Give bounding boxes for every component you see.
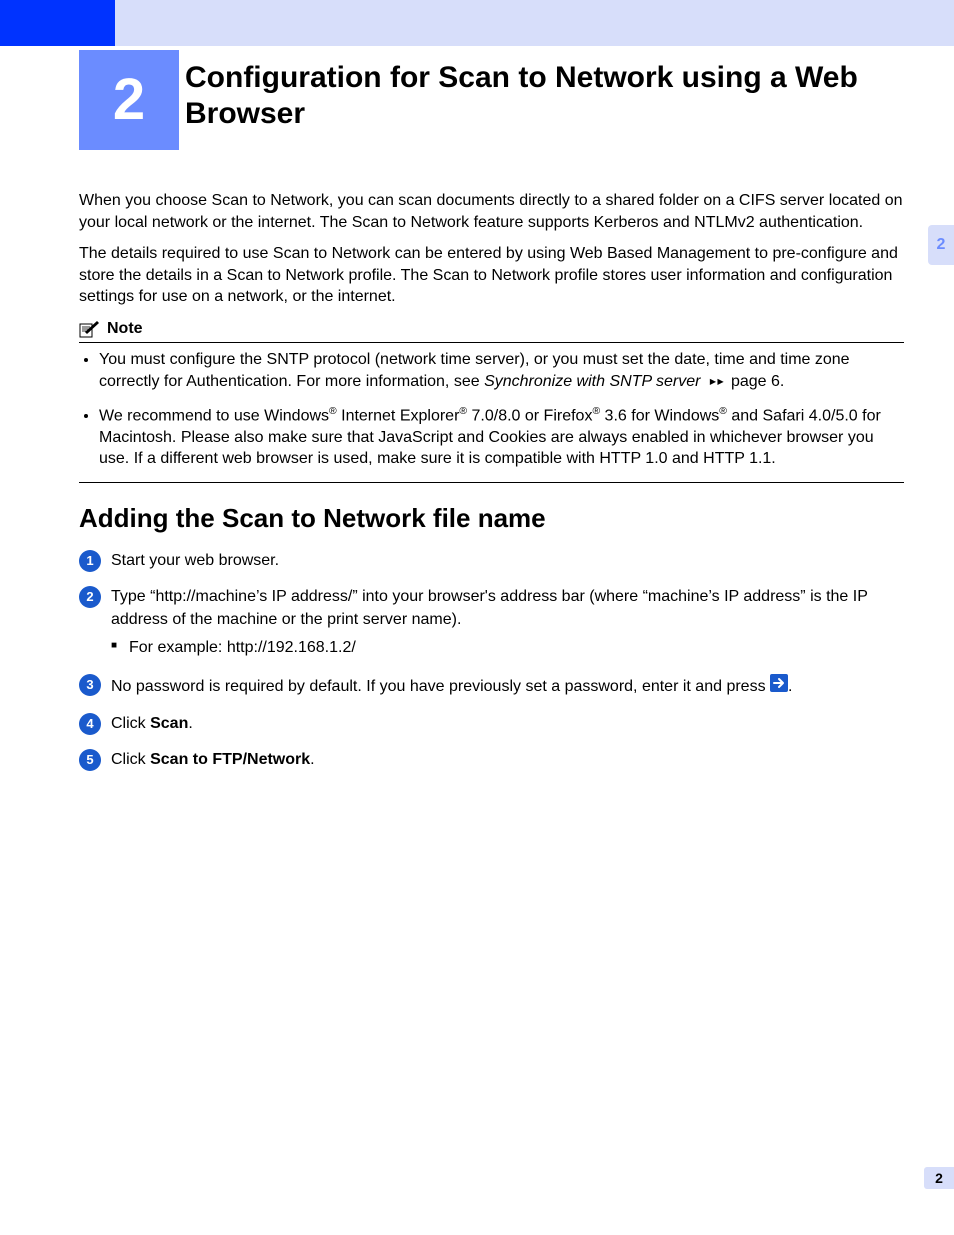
enter-arrow-icon <box>770 674 788 699</box>
step-5: 5 Click Scan to FTP/Network. <box>79 749 904 771</box>
note-item-2-seg2: Internet Explorer <box>337 407 460 424</box>
note-label: Note <box>107 318 143 340</box>
header-accent-light <box>115 0 954 46</box>
section-heading: Adding the Scan to Network file name <box>79 501 904 536</box>
step-3-text-post: . <box>788 677 792 694</box>
steps-list: 1 Start your web browser. 2 Type “http:/… <box>79 550 904 772</box>
step-2: 2 Type “http://machine’s IP address/” in… <box>79 586 904 659</box>
chapter-title: Configuration for Scan to Network using … <box>185 60 904 132</box>
page-number: 2 <box>924 1167 954 1189</box>
step-5-bold: Scan to FTP/Network <box>150 751 310 768</box>
note-item-2-seg1: We recommend to use Windows <box>99 407 329 424</box>
step-badge-4: 4 <box>79 713 101 735</box>
step-1: 1 Start your web browser. <box>79 550 904 572</box>
note-heading: Note <box>79 318 904 343</box>
registered-mark-4: ® <box>719 406 727 417</box>
step-badge-1: 1 <box>79 550 101 572</box>
step-2-text: Type “http://machine’s IP address/” into… <box>111 588 868 627</box>
divider <box>79 482 904 483</box>
step-badge-5: 5 <box>79 749 101 771</box>
step-4-text-pre: Click <box>111 715 150 732</box>
header-bar <box>0 0 954 46</box>
note-item-1-text-post: page 6. <box>731 373 784 390</box>
side-chapter-tab: 2 <box>928 225 954 265</box>
intro-paragraph-1: When you choose Scan to Network, you can… <box>79 190 904 233</box>
step-5-text-pre: Click <box>111 751 150 768</box>
chapter-number-badge: 2 <box>79 50 179 150</box>
intro-paragraph-2: The details required to use Scan to Netw… <box>79 243 904 308</box>
note-item-2-seg3: 7.0/8.0 or Firefox <box>467 407 592 424</box>
page-content: When you choose Scan to Network, you can… <box>79 190 904 786</box>
double-arrow-icon: ▸▸ <box>700 371 731 390</box>
note-item-2: We recommend to use Windows® Internet Ex… <box>99 405 904 470</box>
note-item-2-seg4: 3.6 for Windows <box>600 407 719 424</box>
note-list: You must configure the SNTP protocol (ne… <box>99 349 904 470</box>
step-1-text: Start your web browser. <box>111 552 279 569</box>
step-2-example: For example: http://192.168.1.2/ <box>111 637 904 659</box>
step-3: 3 No password is required by default. If… <box>79 674 904 699</box>
note-item-1: You must configure the SNTP protocol (ne… <box>99 349 904 393</box>
step-badge-2: 2 <box>79 586 101 608</box>
step-3-text-pre: No password is required by default. If y… <box>111 677 770 694</box>
registered-mark-1: ® <box>329 406 337 417</box>
step-4-text-post: . <box>188 715 192 732</box>
step-badge-3: 3 <box>79 674 101 696</box>
step-4-bold: Scan <box>150 715 188 732</box>
header-accent-blue <box>0 0 115 46</box>
step-5-text-post: . <box>310 751 314 768</box>
note-icon <box>79 320 101 338</box>
note-item-1-xref: Synchronize with SNTP server <box>484 373 700 390</box>
registered-mark-3: ® <box>592 406 600 417</box>
step-4: 4 Click Scan. <box>79 713 904 735</box>
registered-mark-2: ® <box>459 406 467 417</box>
